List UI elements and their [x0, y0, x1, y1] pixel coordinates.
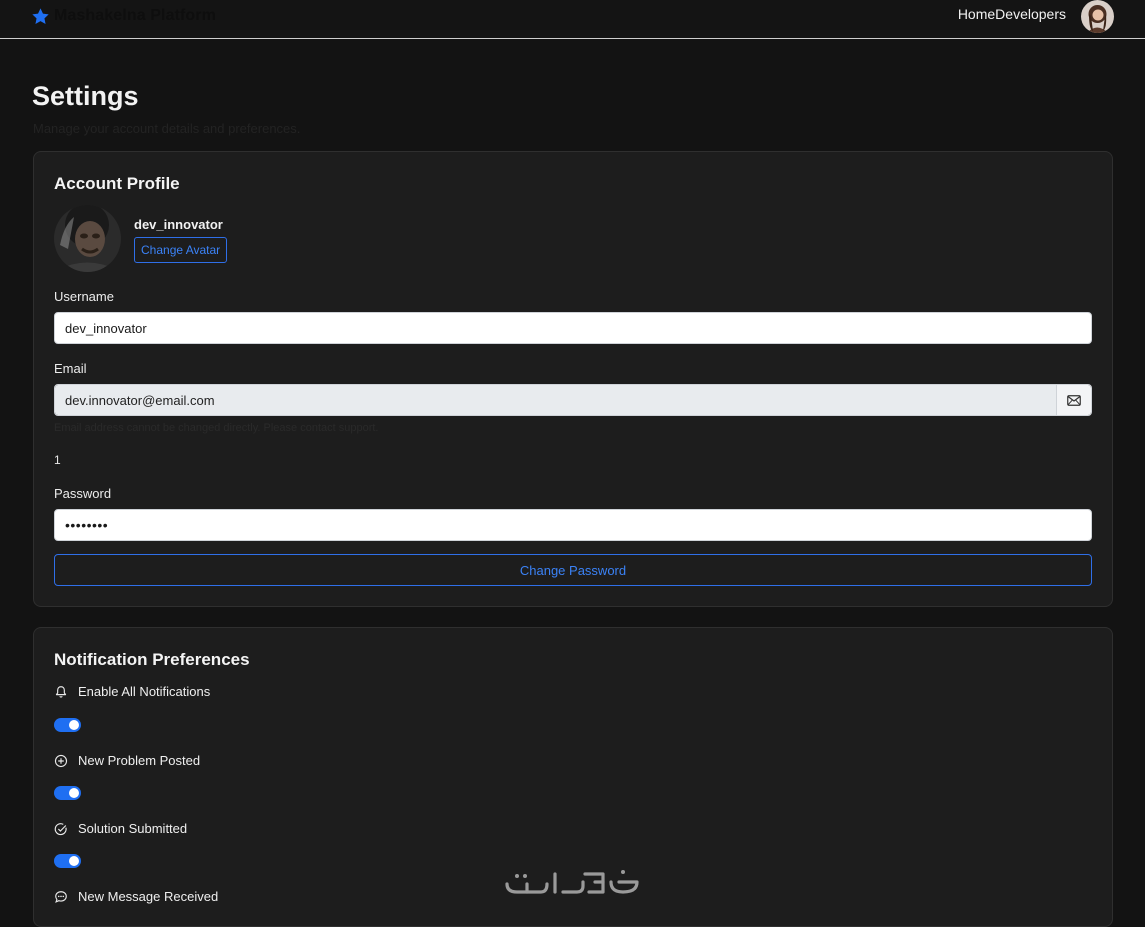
profile-username: dev_innovator: [134, 217, 223, 232]
email-input-group: dev.innovator@email.com: [54, 384, 1092, 416]
password-label: Password: [54, 486, 112, 501]
change-password-button[interactable]: Change Password: [54, 554, 1092, 586]
email-help-text: Email address cannot be changed directly…: [54, 422, 379, 434]
nav-link-home[interactable]: Home: [958, 6, 995, 22]
notification-preferences-title: Notification Preferences: [54, 650, 250, 669]
nav-links: Home Developers: [958, 6, 1066, 22]
brand-name: Mashakelna Platform: [54, 7, 216, 24]
chat-bubble-icon: [55, 890, 67, 903]
profile-avatar-image: [54, 205, 121, 272]
notif-row-enable-all: Enable All Notifications: [54, 684, 210, 699]
notif-label-new-message: New Message Received: [78, 889, 219, 904]
notif-label-enable-all: Enable All Notifications: [78, 684, 211, 699]
username-input[interactable]: dev_innovator: [54, 312, 1092, 344]
toggle-knob: [69, 788, 79, 798]
notif-row-new-problem: New Problem Posted: [54, 753, 200, 768]
email-addon: [1056, 385, 1091, 415]
account-profile-title: Account Profile: [54, 174, 180, 193]
avatar-image: [1081, 0, 1114, 33]
plus-circle-icon: [54, 754, 68, 767]
toggle-enable-all[interactable]: [54, 718, 81, 732]
top-navbar: Mashakelna Platform Home Developers: [0, 0, 1145, 39]
email-label: Email: [54, 361, 87, 376]
brand[interactable]: Mashakelna Platform: [31, 5, 216, 27]
stray-text: 1: [54, 453, 61, 467]
username-label: Username: [54, 289, 114, 304]
bell-icon: [55, 685, 67, 698]
page-title: Settings: [32, 81, 139, 111]
toggle-knob: [69, 856, 79, 866]
notif-label-new-problem: New Problem Posted: [78, 753, 201, 768]
user-avatar[interactable]: [1081, 0, 1114, 33]
toggle-solution-submitted[interactable]: [54, 854, 81, 868]
notif-row-new-message: New Message Received: [54, 889, 218, 904]
watermark-logo: [505, 870, 639, 894]
toggle-knob: [69, 720, 79, 730]
account-profile-card: Account Profile dev_innovator Change Ava…: [33, 151, 1113, 607]
nav-link-developers[interactable]: Developers: [995, 6, 1066, 22]
notif-row-solution-submitted: Solution Submitted: [54, 821, 187, 836]
change-avatar-button[interactable]: Change Avatar: [134, 237, 228, 263]
toggle-new-problem[interactable]: [54, 786, 81, 800]
profile-avatar: [54, 205, 121, 272]
page-subtitle: Manage your account details and preferen…: [33, 121, 301, 136]
notif-label-solution-submitted: Solution Submitted: [78, 821, 188, 836]
password-input[interactable]: ••••••••: [54, 509, 1092, 541]
email-input[interactable]: dev.innovator@email.com: [55, 385, 1056, 415]
envelope-icon: [1067, 394, 1081, 406]
star-icon: [32, 7, 49, 24]
check-circle-icon: [54, 822, 67, 835]
